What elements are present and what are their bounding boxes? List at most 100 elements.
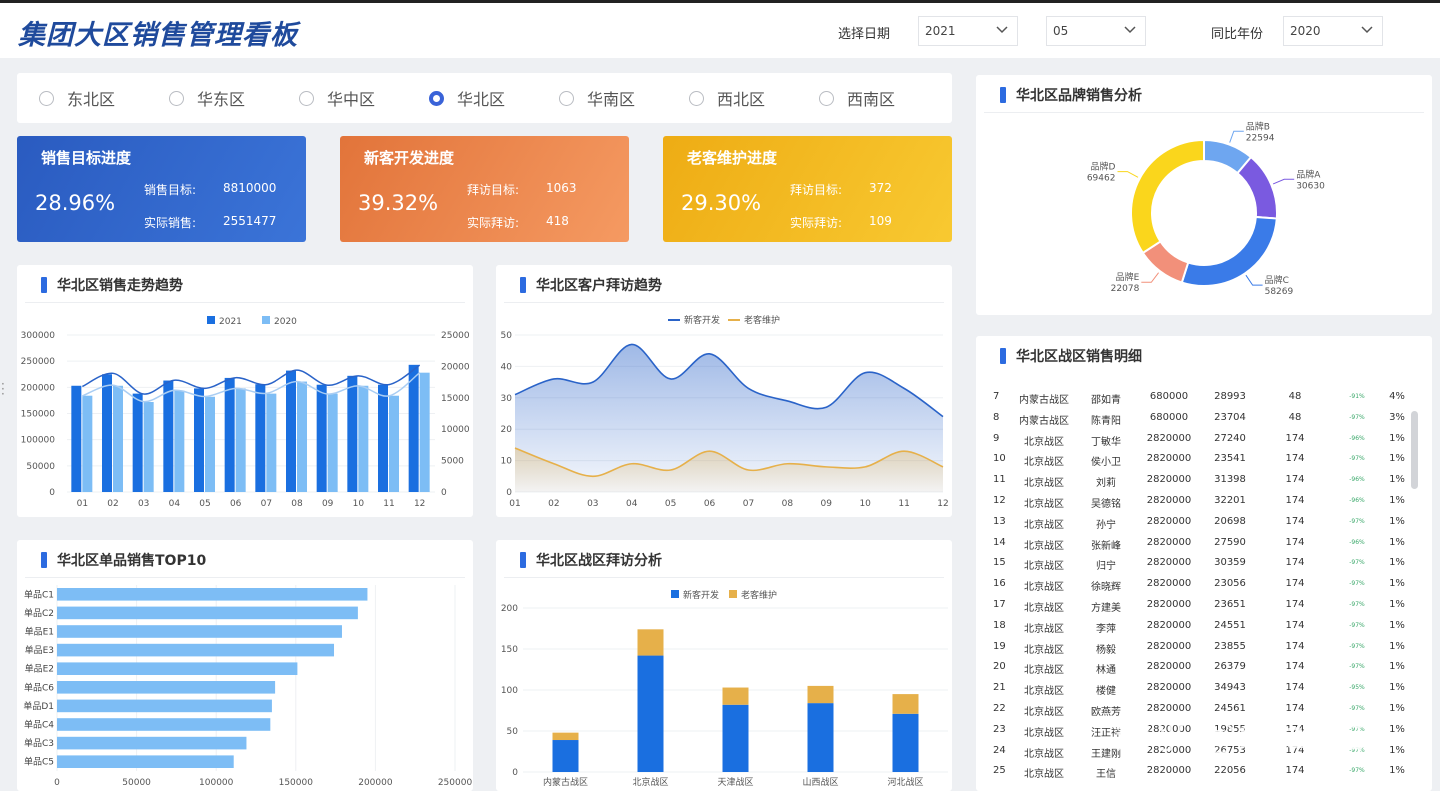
yoy-select[interactable]: 2020 [1283,16,1383,46]
table-cell: 2820000 [1146,453,1192,465]
region-radio[interactable]: 华东区 [169,86,299,110]
y2-tick-label: 15000 [441,394,470,404]
region-radio[interactable]: 西南区 [819,86,949,110]
table-row[interactable]: 10 北京战区 侯小卫 2820000 23541 174 -97% 1% [976,448,1432,469]
x-tick-label: 09 [821,499,833,509]
label-leader [1141,272,1159,283]
table-cell: 徐晓辉 [1091,582,1121,594]
table-cell: 2820000 [1146,598,1192,610]
table-cell: 1% [1389,765,1405,777]
table-row[interactable]: 14 北京战区 张新峰 2820000 27590 174 -96% 1% [976,532,1432,553]
x-tick-label: 01 [509,499,520,509]
zone-visit-panel: 华北区战区拜访分析 0 50 100 150 200 内蒙古战区 北京战区 天津战区 山西战区河… [496,540,952,791]
chevron-down-icon [1124,26,1136,34]
region-radio-selected[interactable]: 华北区 [429,86,559,110]
y-tick-label: 单品C6 [24,681,54,693]
kpi-value: 372 [869,181,892,195]
drag-handle[interactable]: · · · [1,378,5,400]
table-cell: 北京战区 [1024,519,1064,531]
table-cell: 1% [1389,453,1405,465]
y-tick-label: 250000 [21,357,56,367]
radio-icon [429,90,444,106]
table-row[interactable]: 20 北京战区 林通 2820000 26379 174 -97% 1% [976,656,1432,677]
region-label: 华北区 [457,90,506,109]
x-tick-label: 50000 [122,778,151,788]
table-cell: 丁敏华 [1091,436,1121,448]
table-cell: 32201 [1214,494,1246,506]
table-cell: 22 [993,702,1006,714]
x-tick-label: 10 [353,499,365,509]
table-row[interactable]: 7 内蒙古战区 邵如青 680000 28993 48 -91% 4% [976,386,1432,407]
table-cell: 174 [1285,619,1305,631]
x-tick-label: 08 [291,499,303,509]
bar-2020-08 [297,381,307,492]
table-cell: 1% [1389,494,1405,506]
table-row[interactable]: 8 内蒙古战区 陈青阳 680000 23704 48 -97% 3% [976,407,1432,428]
bar-2020-02 [113,385,123,492]
table-cell: 北京战区 [1024,706,1064,718]
table-cell: 23 [993,723,1006,735]
table-cell: 内蒙古战区 [1019,395,1069,406]
table-row[interactable]: 21 北京战区 楼健 2820000 34943 174 -95% 1% [976,677,1432,698]
x-tick-label: 02 [107,499,118,509]
region-label: 华东区 [197,90,246,109]
x-tick-label: 250000 [438,778,473,788]
radio-icon [169,90,184,106]
table-row[interactable]: 18 北京战区 李萍 2820000 24551 174 -97% 1% [976,615,1432,636]
table-row[interactable]: 12 北京战区 吴德铭 2820000 32201 174 -96% 1% [976,490,1432,511]
y-tick-label: 单品C4 [24,719,54,731]
y-tick-label: 0 [49,488,55,498]
bar-2021-05 [194,388,204,492]
table-cell: 1% [1389,640,1405,652]
scrollbar[interactable] [1411,411,1418,489]
watermark: 知乎 @miao君 [1115,714,1367,757]
bar-老客维护-山西战区 [807,685,834,704]
table-cell: 北京战区 [1024,457,1064,469]
kpi-label: 实际销售: [144,216,197,230]
table-cell: 楼健 [1096,686,1116,698]
kpi-label: 销售目标: [144,183,197,197]
bar-2021-02 [102,374,112,492]
table-row[interactable]: 17 北京战区 方建美 2820000 23651 174 -97% 1% [976,594,1432,615]
x-tick-label: 07 [261,499,272,509]
radio-icon [39,90,54,106]
table-row[interactable]: 9 北京战区 丁敏华 2820000 27240 174 -96% 1% [976,428,1432,449]
table-cell: 174 [1285,640,1305,652]
legend-label: 新客开发 [684,314,720,326]
brand-chart: 品牌B22594 品牌A30630 品牌C58269 品牌E22078 品牌D69462 [1087,120,1325,297]
y-tick-label: 150000 [21,410,56,420]
region-radio[interactable]: 华南区 [559,86,689,110]
year-select[interactable]: 2021 [918,16,1018,46]
table-cell: 25 [993,765,1006,777]
table-cell: 174 [1285,474,1305,486]
y-tick-label: 0 [506,488,512,498]
slice-value: 69462 [1087,174,1116,184]
legend-swatch [729,590,737,598]
table-row[interactable]: 19 北京战区 杨毅 2820000 23855 174 -97% 1% [976,636,1432,657]
table-cell: 11 [993,474,1006,486]
table-row[interactable]: 15 北京战区 归宁 2820000 30359 174 -97% 1% [976,552,1432,573]
legend-label: 老客维护 [741,589,777,601]
legend-label: 新客开发 [683,589,719,601]
bar-2020-06 [235,388,246,492]
table-row[interactable]: 25 北京战区 王信 2820000 22056 174 -97% 1% [976,760,1432,781]
x-tick-label: 08 [782,499,794,509]
table-cell: 北京战区 [1024,498,1064,510]
table-row[interactable]: 16 北京战区 徐晓辉 2820000 23056 174 -97% 1% [976,573,1432,594]
y-tick-label: 单品C5 [24,756,54,768]
region-radio[interactable]: 西北区 [689,86,819,110]
month-select[interactable]: 05 [1046,16,1146,46]
region-radio[interactable]: 东北区 [39,86,169,110]
bar-2021-07 [255,384,266,492]
table-cell: 174 [1285,494,1305,506]
region-radio[interactable]: 华中区 [299,86,429,110]
kpi-label: 拜访目标: [790,183,843,197]
legend-label: 老客维护 [744,314,780,326]
table-row[interactable]: 13 北京战区 孙宁 2820000 20698 174 -97% 1% [976,511,1432,532]
table-row[interactable]: 11 北京战区 刘莉 2820000 31398 174 -96% 1% [976,469,1432,490]
table-cell: 4% [1389,391,1405,402]
bar-单品E1 [57,625,342,638]
legend-label: 2021 [219,317,242,327]
bar-2021-06 [224,377,235,492]
yoy-value: 2020 [1290,24,1321,38]
